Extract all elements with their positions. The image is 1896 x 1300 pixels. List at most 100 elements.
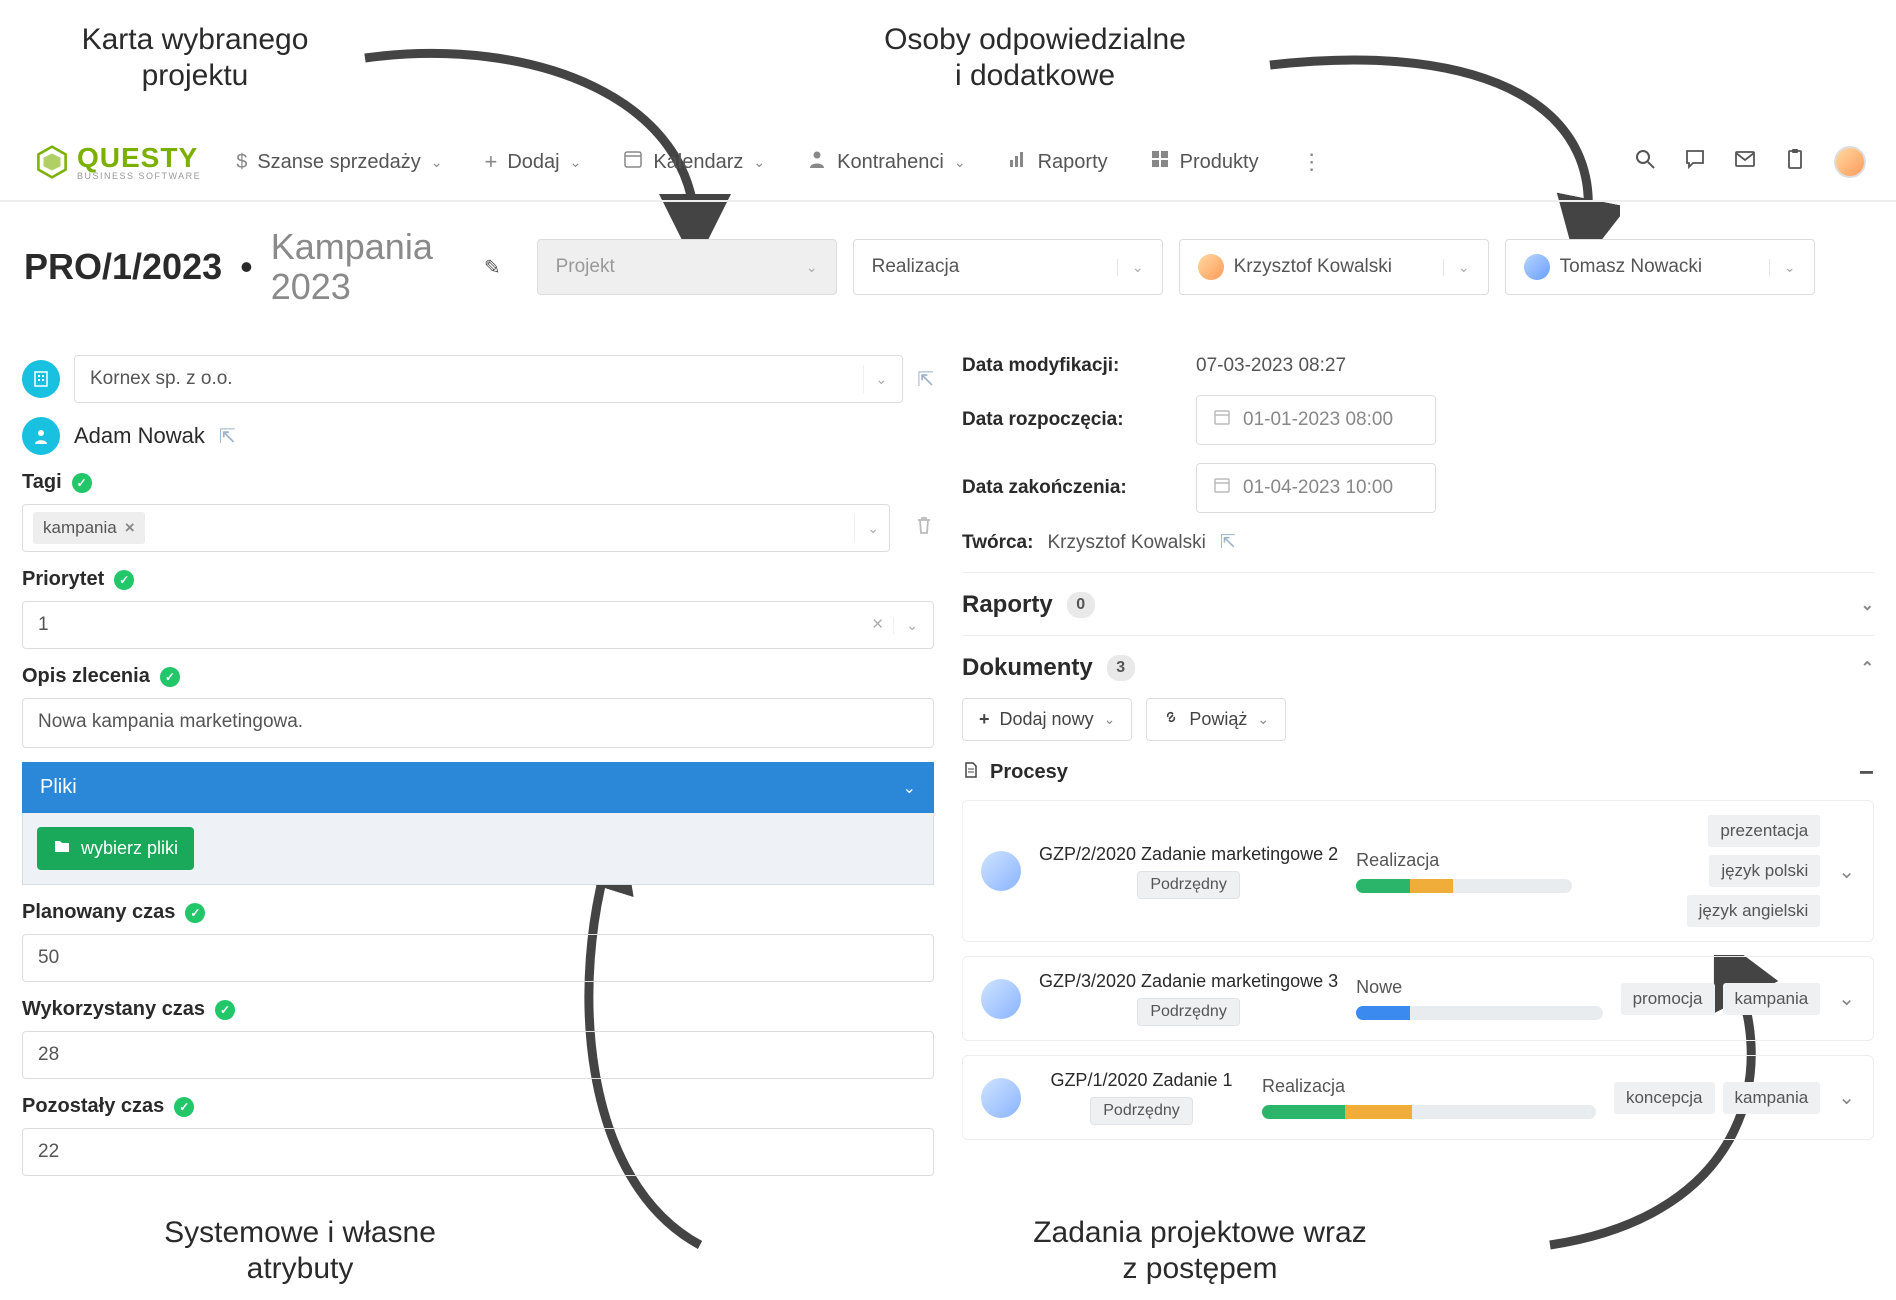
documents-count-badge: 3 [1107, 655, 1135, 681]
annotation-top-left: Karta wybranego projektu [30, 22, 360, 94]
chevron-down-icon[interactable]: ⌄ [1838, 986, 1855, 1011]
process-name: GZP/3/2020 Zadanie marketingowe 3 [1039, 971, 1338, 992]
process-name: GZP/1/2020 Zadanie 1 [1039, 1070, 1244, 1091]
chevron-down-icon: ⌄ [1861, 595, 1874, 615]
left-column: Kornex sp. z o.o.⌄ ⇱ Adam Nowak ⇱ Tagi✓ … [22, 355, 934, 1176]
chat-icon[interactable] [1684, 148, 1706, 176]
chevron-down-icon: ⌄ [903, 778, 916, 798]
progress-bar [1356, 1006, 1602, 1020]
project-code: PRO/1/2023 [24, 246, 222, 288]
nav-more[interactable]: ⋮ [1301, 149, 1321, 175]
used-time-input[interactable]: 28 [22, 1031, 934, 1079]
nav-sales[interactable]: $Szanse sprzedaży⌄ [236, 151, 442, 174]
link-button[interactable]: Powiąż⌄ [1146, 698, 1286, 741]
chevron-down-icon[interactable]: ⌄ [1838, 859, 1855, 884]
avatar-icon [981, 979, 1021, 1019]
creator-label: Twórca: [962, 532, 1033, 554]
start-date-input[interactable]: 01-01-2023 08:00 [1196, 395, 1436, 445]
process-item[interactable]: GZP/3/2020 Zadanie marketingowe 3 Podrzę… [962, 956, 1874, 1041]
check-icon: ✓ [72, 473, 92, 493]
project-owner-select[interactable]: Krzysztof Kowalski⌄ [1179, 239, 1489, 295]
description-label: Opis zlecenia✓ [22, 665, 934, 688]
grid-icon [1150, 149, 1170, 175]
process-item[interactable]: GZP/1/2020 Zadanie 1 Podrzędny Realizacj… [962, 1055, 1874, 1140]
add-new-button[interactable]: +Dodaj nowy⌄ [962, 698, 1132, 741]
calendar-icon [1213, 408, 1231, 432]
clipboard-icon[interactable] [1784, 148, 1806, 176]
trash-icon[interactable] [914, 515, 934, 541]
external-link-icon[interactable]: ⇱ [917, 367, 934, 392]
external-link-icon[interactable]: ⇱ [1220, 531, 1236, 554]
plus-icon: + [484, 149, 497, 175]
user-avatar[interactable] [1834, 146, 1866, 178]
documents-section-header[interactable]: Dokumenty3⌃ [962, 654, 1874, 682]
avatar-icon [981, 1078, 1021, 1118]
tag-chip[interactable]: kampania× [33, 512, 145, 544]
reports-section-header[interactable]: Raporty0⌄ [962, 591, 1874, 619]
project-status-select[interactable]: Realizacja⌄ [853, 239, 1163, 295]
check-icon: ✓ [114, 570, 134, 590]
nav-calendar[interactable]: Kalendarz⌄ [623, 149, 765, 175]
company-select[interactable]: Kornex sp. z o.o.⌄ [74, 355, 903, 403]
logo[interactable]: QUESTYBUSINESS SOFTWARE [35, 144, 201, 181]
chevron-down-icon: ⌄ [1769, 259, 1796, 276]
creator-value: Krzysztof Kowalski [1047, 532, 1205, 554]
check-icon: ✓ [215, 1000, 235, 1020]
project-extra-person-select[interactable]: Tomasz Nowacki⌄ [1505, 239, 1815, 295]
planned-time-label: Planowany czas✓ [22, 901, 934, 924]
logo-subtext: BUSINESS SOFTWARE [77, 172, 201, 181]
collapse-icon[interactable]: − [1859, 757, 1874, 788]
remaining-time-input[interactable]: 22 [22, 1128, 934, 1176]
project-header: PRO/1/2023 • Kampania 2023 ✎ Projekt⌄ Re… [0, 220, 1896, 314]
process-status: Nowe [1356, 977, 1602, 998]
process-tag: kampania [1723, 1082, 1821, 1114]
check-icon: ✓ [160, 667, 180, 687]
check-icon: ✓ [185, 903, 205, 923]
used-time-label: Wykorzystany czas✓ [22, 998, 934, 1021]
nav-products[interactable]: Produkty [1150, 149, 1259, 175]
contact-name: Adam Nowak [74, 423, 205, 449]
remaining-time-label: Pozostały czas✓ [22, 1095, 934, 1118]
progress-bar [1262, 1105, 1596, 1119]
end-date-input[interactable]: 01-04-2023 10:00 [1196, 463, 1436, 513]
choose-files-button[interactable]: wybierz pliki [37, 827, 194, 870]
avatar-icon [1524, 254, 1550, 280]
annotation-bottom-left: Systemowe i własne atrybuty [115, 1215, 485, 1287]
subordinate-pill: Podrzędny [1090, 1097, 1193, 1125]
mail-icon[interactable] [1734, 148, 1756, 176]
search-icon[interactable] [1634, 148, 1656, 176]
tags-input[interactable]: kampania× ⌄ [22, 504, 890, 552]
files-header[interactable]: Pliki⌄ [22, 762, 934, 813]
progress-bar [1356, 879, 1572, 893]
chevron-down-icon: ⌄ [1104, 711, 1116, 728]
clear-icon[interactable]: × [872, 614, 883, 636]
external-link-icon[interactable]: ⇱ [219, 424, 236, 449]
document-icon [962, 761, 980, 785]
processes-header[interactable]: Procesy− [962, 757, 1874, 788]
nav-add[interactable]: +Dodaj⌄ [484, 149, 581, 175]
process-tag: język polski [1709, 855, 1820, 887]
edit-icon[interactable]: ✎ [484, 255, 501, 280]
chevron-down-icon: ⌄ [753, 154, 765, 171]
tags-label: Tagi✓ [22, 471, 934, 494]
priority-select[interactable]: 1×⌄ [22, 601, 934, 649]
subordinate-pill: Podrzędny [1137, 998, 1240, 1026]
process-item[interactable]: GZP/2/2020 Zadanie marketingowe 2 Podrzę… [962, 800, 1874, 942]
dollar-icon: $ [236, 151, 247, 174]
description-textarea[interactable]: Nowa kampania marketingowa. [22, 698, 934, 748]
top-navbar: QUESTYBUSINESS SOFTWARE $Szanse sprzedaż… [0, 124, 1896, 202]
chevron-down-icon[interactable]: ⌄ [1838, 1085, 1855, 1110]
process-tag: prezentacja [1708, 815, 1820, 847]
modified-label: Data modyfikacji: [962, 355, 1182, 377]
building-icon [22, 360, 60, 398]
remove-tag-icon[interactable]: × [125, 518, 135, 538]
project-type-select[interactable]: Projekt⌄ [537, 239, 837, 295]
nav-contractors[interactable]: Kontrahenci⌄ [807, 149, 965, 175]
link-icon [1163, 709, 1179, 730]
nav-reports[interactable]: Raporty [1008, 149, 1108, 175]
avatar-icon [1198, 254, 1224, 280]
process-status: Realizacja [1356, 850, 1572, 871]
planned-time-input[interactable]: 50 [22, 934, 934, 982]
chevron-down-icon: ⌄ [954, 154, 966, 171]
annotation-top-right: Osoby odpowiedzialne i dodatkowe [820, 22, 1250, 94]
